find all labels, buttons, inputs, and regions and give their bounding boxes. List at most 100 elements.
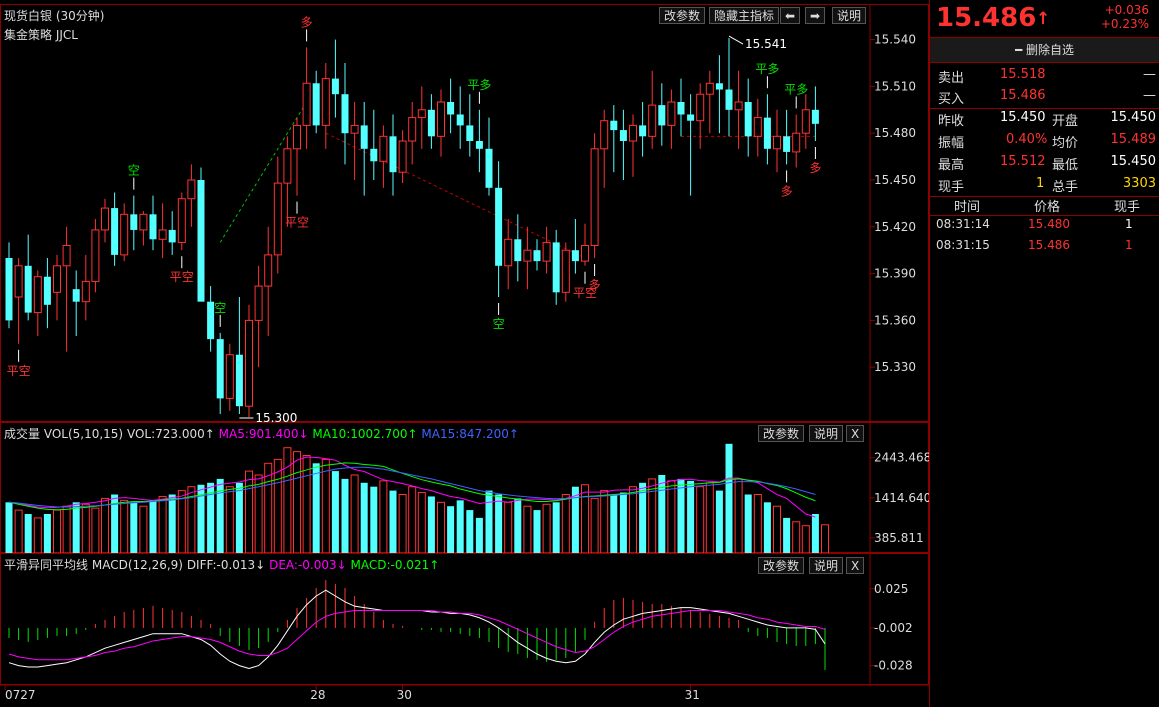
candle-body bbox=[658, 105, 666, 126]
volume-bar bbox=[139, 505, 148, 553]
volume-bar bbox=[235, 482, 243, 553]
candle-body bbox=[773, 135, 781, 150]
volume-edit-params-button[interactable]: 改参数 bbox=[758, 425, 805, 442]
volume-bar bbox=[456, 500, 464, 553]
volume-bar bbox=[216, 478, 224, 553]
candle-body bbox=[216, 339, 224, 399]
candle-body bbox=[561, 249, 570, 293]
candle-body bbox=[696, 93, 705, 122]
open-label: 开盘 bbox=[1052, 114, 1079, 129]
stats-row-2: 振幅 0.40% 均价 15.489 bbox=[930, 130, 1159, 152]
macd-value: MACD:-0.021↑ bbox=[350, 558, 440, 572]
tick-time: 08:31:15 bbox=[936, 238, 990, 252]
candle-body bbox=[619, 130, 627, 141]
prev-close-label: 昨收 bbox=[938, 114, 965, 129]
extreme-pointer bbox=[728, 35, 744, 45]
quote-panel: 15.486 ↑ +0.036 +0.23% ━ 删除自选 卖出 15.518 … bbox=[929, 0, 1159, 707]
volume-tick-label: 385.811 bbox=[874, 531, 924, 545]
sell-row: 卖出 15.518 — bbox=[930, 65, 1159, 87]
candlestick-chart[interactable]: 15.540 15.510 15.480 15.450 15.420 15.390 15.3… bbox=[0, 4, 929, 422]
macd-diff-line bbox=[8, 589, 826, 670]
volume-bar bbox=[629, 486, 637, 553]
volume-bar bbox=[763, 502, 771, 553]
remove-watchlist-button[interactable]: ━ 删除自选 bbox=[930, 37, 1159, 63]
stats-row-4: 现手 1 总手 3303 bbox=[930, 174, 1159, 197]
tick-price: 15.480 bbox=[1028, 217, 1070, 231]
volume-bar bbox=[821, 524, 829, 553]
signal-label: 平空 bbox=[285, 216, 309, 230]
volume-bar bbox=[408, 486, 417, 553]
volume-toolbar: 改参数 说明 X bbox=[758, 425, 870, 442]
signal-label: 多 bbox=[589, 278, 601, 292]
current-volume-value: 1 bbox=[1036, 176, 1045, 191]
macd-edit-params-button[interactable]: 改参数 bbox=[758, 557, 805, 574]
volume-bar bbox=[43, 514, 51, 553]
stats-row-1: 昨收 15.450 开盘 15.450 bbox=[930, 108, 1159, 130]
candle-body bbox=[427, 109, 435, 137]
volume-bar bbox=[101, 497, 109, 553]
volume-bar bbox=[149, 500, 157, 553]
volume-bar bbox=[14, 509, 23, 553]
amplitude-value: 0.40% bbox=[1006, 132, 1048, 147]
volume-tick-label: 2443.468 bbox=[874, 451, 929, 465]
macd-close-button[interactable]: X bbox=[846, 557, 865, 574]
volume-bar bbox=[677, 478, 685, 553]
candle-body bbox=[408, 117, 417, 142]
signal-label: 平多 bbox=[784, 82, 808, 96]
volume-bar bbox=[120, 499, 129, 553]
candle-body bbox=[81, 280, 90, 303]
volume-bar bbox=[331, 471, 339, 553]
signal-label: 空 bbox=[128, 164, 140, 178]
volume-bar bbox=[705, 482, 714, 553]
volume-ma5: MA5:901.400↓ bbox=[218, 427, 309, 441]
candle-body bbox=[43, 276, 51, 305]
time-tick-label: 30 bbox=[397, 688, 412, 702]
candle-body bbox=[187, 179, 196, 200]
volume-bar bbox=[312, 463, 320, 553]
candle-body bbox=[197, 180, 205, 302]
volume-bar bbox=[91, 507, 100, 553]
sell-volume: — bbox=[1143, 67, 1156, 82]
volume-bar bbox=[341, 478, 349, 553]
tick-time: 08:31:14 bbox=[936, 217, 990, 231]
volume-bar bbox=[24, 514, 32, 553]
candle-body bbox=[475, 141, 483, 149]
volume-bar bbox=[130, 502, 138, 553]
time-tick-label: 31 bbox=[685, 688, 700, 702]
tick-volume: 1 bbox=[1125, 238, 1133, 252]
volume-bar bbox=[687, 480, 695, 553]
price-tick-label: 15.330 bbox=[874, 360, 916, 374]
candle-body bbox=[101, 207, 109, 231]
tick-volume: 1 bbox=[1125, 217, 1133, 231]
volume-bar bbox=[177, 490, 186, 553]
candle-body bbox=[139, 213, 148, 231]
extreme-label: 15.541 bbox=[745, 37, 787, 51]
volume-bar bbox=[561, 494, 570, 553]
macd-chart[interactable]: 0.025 -0.002 -0.028 0727 28 30 31 bbox=[0, 553, 929, 707]
candle-body bbox=[14, 265, 23, 298]
candle-body bbox=[581, 245, 589, 262]
volume-bar bbox=[293, 451, 301, 553]
macd-help-button[interactable]: 说明 bbox=[809, 557, 844, 574]
volume-value: VOL:723.000↑ bbox=[126, 427, 215, 441]
candle-body bbox=[725, 89, 733, 110]
volume-bar bbox=[696, 486, 705, 553]
candle-body bbox=[24, 265, 32, 313]
candle-body bbox=[542, 241, 551, 262]
amplitude-label: 振幅 bbox=[938, 136, 965, 151]
volume-help-button[interactable]: 说明 bbox=[809, 425, 844, 442]
volume-bar bbox=[350, 474, 359, 553]
candle-body bbox=[331, 78, 339, 95]
macd-dea: DEA:-0.003↓ bbox=[269, 558, 347, 572]
tick-price: 15.486 bbox=[1028, 238, 1070, 252]
candle-body bbox=[168, 229, 176, 243]
price-change-pct: +0.23% bbox=[1100, 17, 1149, 31]
price-tick-label: 15.390 bbox=[874, 267, 916, 281]
volume-bar bbox=[225, 486, 234, 553]
volume-bar bbox=[379, 480, 388, 553]
candle-body bbox=[677, 102, 685, 115]
volume-close-button[interactable]: X bbox=[846, 425, 865, 442]
volume-bar bbox=[466, 510, 474, 553]
volume-bar bbox=[447, 506, 455, 553]
candle-body bbox=[687, 114, 695, 121]
